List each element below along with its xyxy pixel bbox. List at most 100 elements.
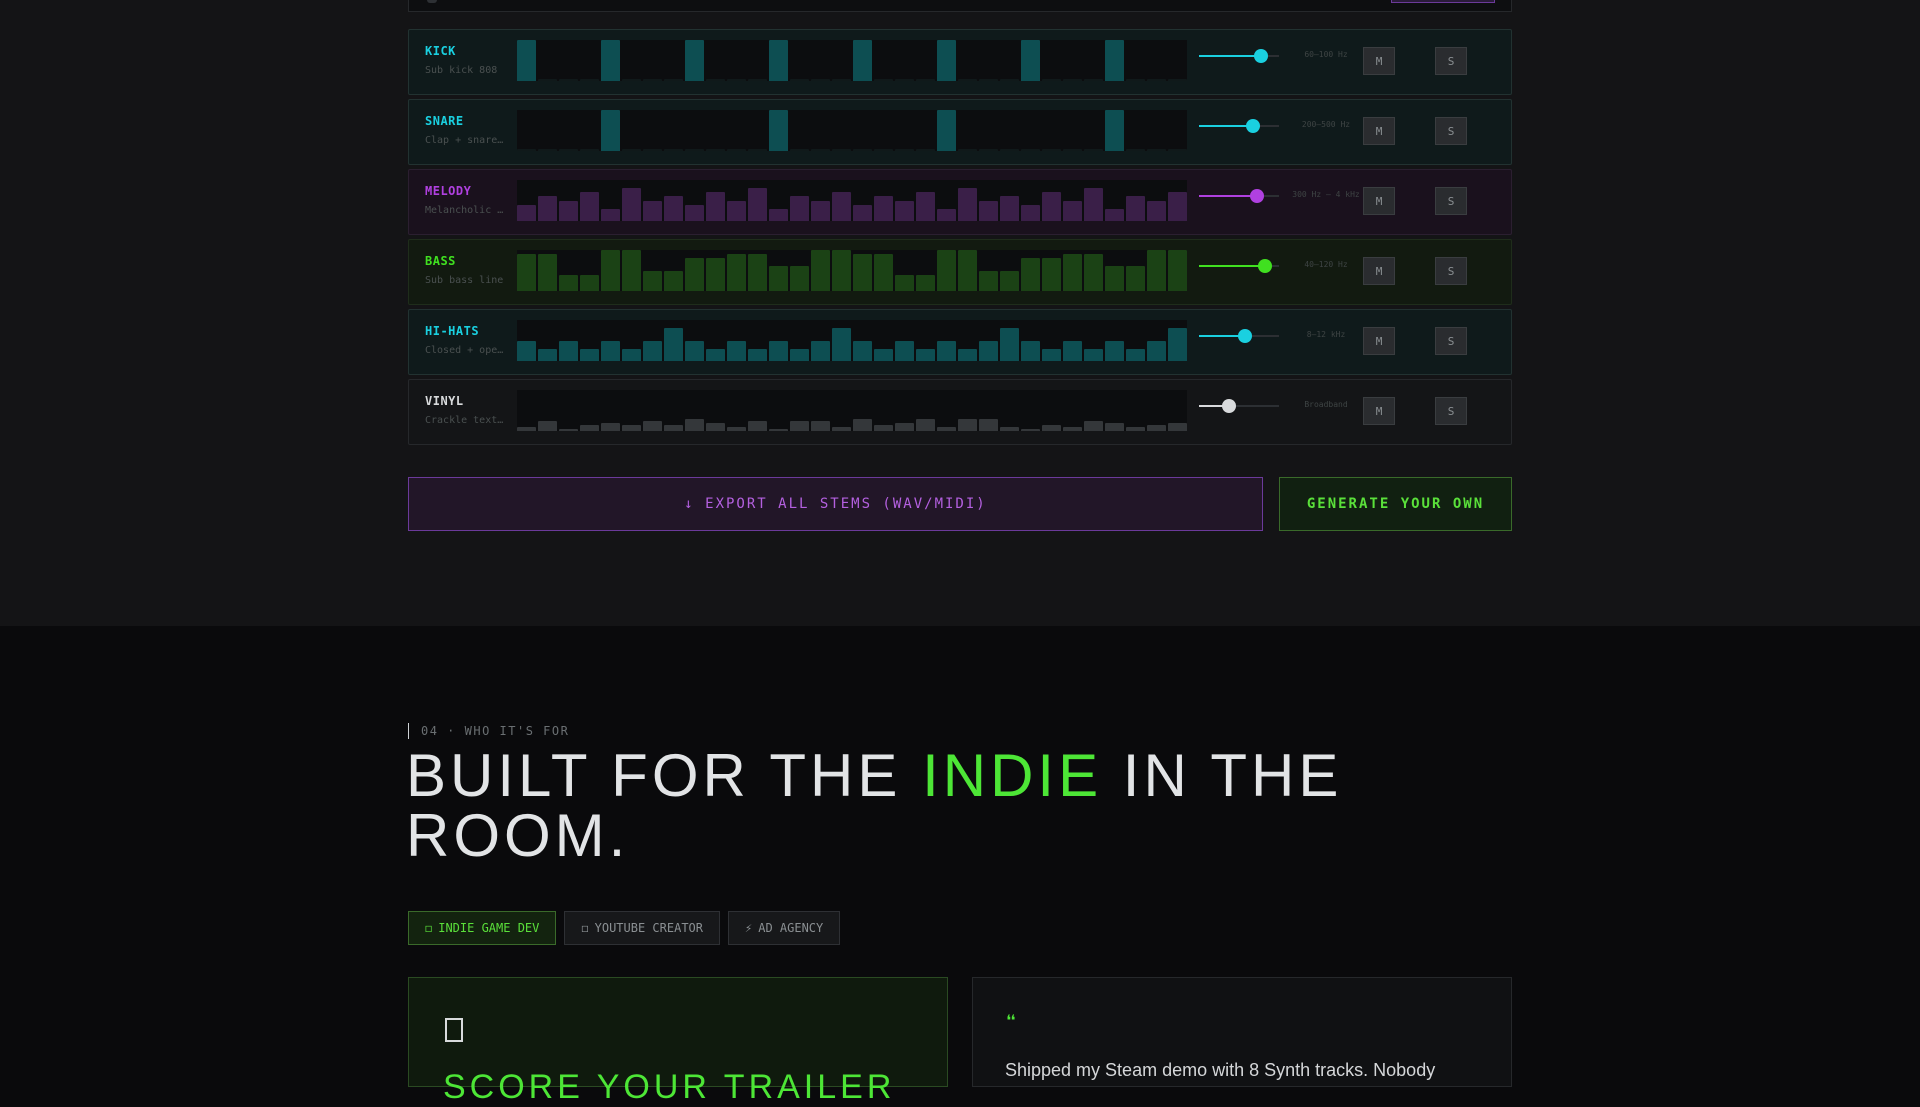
volume-slider[interactable]: [1199, 119, 1279, 133]
step-pattern[interactable]: [517, 390, 1187, 431]
step-cell[interactable]: [664, 328, 683, 361]
step-cell[interactable]: [1168, 422, 1187, 431]
step-cell[interactable]: [538, 196, 557, 221]
step-cell[interactable]: [874, 149, 893, 151]
step-cell[interactable]: [874, 254, 893, 291]
step-cell[interactable]: [916, 192, 935, 221]
step-cell[interactable]: [622, 348, 641, 361]
step-cell[interactable]: [790, 266, 809, 291]
step-cell[interactable]: [1084, 420, 1103, 431]
step-cell[interactable]: [1063, 149, 1082, 151]
step-cell[interactable]: [559, 79, 578, 81]
step-cell[interactable]: [979, 270, 998, 291]
step-cell[interactable]: [601, 110, 620, 151]
step-cell[interactable]: [1147, 250, 1166, 291]
step-cell[interactable]: [874, 196, 893, 221]
step-cell[interactable]: [622, 250, 641, 291]
step-cell[interactable]: [1000, 149, 1019, 151]
step-cell[interactable]: [601, 208, 620, 221]
step-cell[interactable]: [601, 422, 620, 431]
step-cell[interactable]: [1000, 196, 1019, 221]
step-cell[interactable]: [811, 79, 830, 81]
step-cell[interactable]: [895, 149, 914, 151]
step-cell[interactable]: [895, 340, 914, 361]
step-cell[interactable]: [853, 340, 872, 361]
export-stems-button[interactable]: ↓ EXPORT ALL STEMS (WAV/MIDI): [408, 477, 1263, 531]
step-cell[interactable]: [538, 79, 557, 81]
tab-ad-agency[interactable]: ⚡ AD AGENCY: [728, 911, 841, 945]
step-cell[interactable]: [1021, 204, 1040, 221]
step-cell[interactable]: [601, 250, 620, 291]
volume-knob[interactable]: [1222, 399, 1237, 413]
step-cell[interactable]: [874, 348, 893, 361]
step-cell[interactable]: [727, 340, 746, 361]
solo-button[interactable]: S: [1435, 257, 1467, 285]
step-cell[interactable]: [1168, 192, 1187, 221]
step-cell[interactable]: [706, 422, 725, 431]
step-cell[interactable]: [1000, 426, 1019, 431]
step-cell[interactable]: [769, 340, 788, 361]
step-cell[interactable]: [1063, 254, 1082, 291]
mute-button[interactable]: M: [1363, 397, 1395, 425]
step-cell[interactable]: [664, 149, 683, 151]
step-cell[interactable]: [1042, 192, 1061, 221]
step-cell[interactable]: [1021, 40, 1040, 81]
step-cell[interactable]: [958, 250, 977, 291]
step-cell[interactable]: [748, 348, 767, 361]
step-cell[interactable]: [685, 149, 704, 151]
step-cell[interactable]: [517, 254, 536, 291]
step-cell[interactable]: [1168, 250, 1187, 291]
step-cell[interactable]: [622, 424, 641, 431]
step-cell[interactable]: [1084, 348, 1103, 361]
step-cell[interactable]: [727, 254, 746, 291]
solo-button[interactable]: S: [1435, 397, 1467, 425]
step-cell[interactable]: [643, 340, 662, 361]
step-cell[interactable]: [979, 340, 998, 361]
mute-button[interactable]: M: [1363, 257, 1395, 285]
step-cell[interactable]: [769, 208, 788, 221]
step-cell[interactable]: [1147, 340, 1166, 361]
step-pattern[interactable]: [517, 40, 1187, 81]
volume-slider[interactable]: [1199, 259, 1279, 273]
step-cell[interactable]: [685, 258, 704, 291]
step-cell[interactable]: [937, 110, 956, 151]
step-cell[interactable]: [1126, 266, 1145, 291]
step-cell[interactable]: [874, 79, 893, 81]
step-cell[interactable]: [790, 79, 809, 81]
step-cell[interactable]: [580, 192, 599, 221]
step-cell[interactable]: [1168, 149, 1187, 151]
step-cell[interactable]: [664, 424, 683, 431]
mute-button[interactable]: M: [1363, 187, 1395, 215]
step-cell[interactable]: [1042, 149, 1061, 151]
step-cell[interactable]: [706, 348, 725, 361]
solo-button[interactable]: S: [1435, 117, 1467, 145]
step-cell[interactable]: [1168, 79, 1187, 81]
step-cell[interactable]: [1126, 426, 1145, 431]
volume-slider[interactable]: [1199, 49, 1279, 63]
step-cell[interactable]: [685, 40, 704, 81]
step-cell[interactable]: [601, 340, 620, 361]
step-cell[interactable]: [706, 149, 725, 151]
step-cell[interactable]: [580, 424, 599, 431]
step-cell[interactable]: [790, 196, 809, 221]
step-cell[interactable]: [643, 79, 662, 81]
step-cell[interactable]: [643, 200, 662, 221]
step-cell[interactable]: [664, 79, 683, 81]
solo-button[interactable]: S: [1435, 187, 1467, 215]
step-cell[interactable]: [1105, 40, 1124, 81]
step-cell[interactable]: [727, 79, 746, 81]
step-cell[interactable]: [1042, 258, 1061, 291]
step-cell[interactable]: [706, 258, 725, 291]
step-cell[interactable]: [1063, 79, 1082, 81]
step-cell[interactable]: [517, 204, 536, 221]
step-cell[interactable]: [1126, 196, 1145, 221]
step-cell[interactable]: [580, 348, 599, 361]
volume-knob[interactable]: [1254, 49, 1269, 63]
solo-button[interactable]: S: [1435, 47, 1467, 75]
step-cell[interactable]: [937, 340, 956, 361]
step-cell[interactable]: [895, 422, 914, 431]
step-cell[interactable]: [811, 420, 830, 431]
step-cell[interactable]: [958, 188, 977, 221]
step-cell[interactable]: [811, 149, 830, 151]
step-cell[interactable]: [1021, 340, 1040, 361]
